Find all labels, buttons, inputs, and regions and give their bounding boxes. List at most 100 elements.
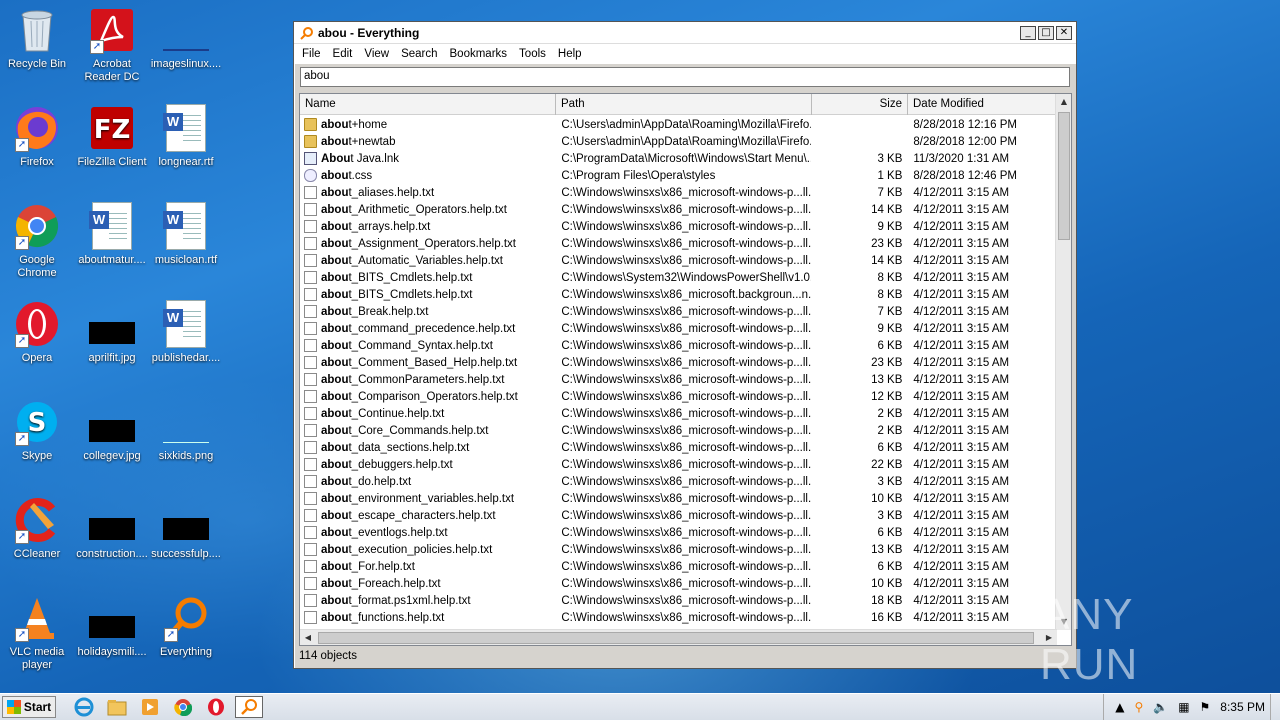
- desktop-icon-longnear[interactable]: W longnear.rtf: [149, 104, 223, 169]
- vertical-scroll-thumb[interactable]: [1058, 112, 1070, 240]
- horizontal-scroll-thumb[interactable]: [318, 632, 1034, 644]
- show-desktop-button[interactable]: [1270, 693, 1280, 720]
- clock[interactable]: 8:35 PM: [1220, 700, 1265, 714]
- table-row[interactable]: abou t_BITS_Cmdlets.help.txt C:\Windows\wi…: [300, 286, 1056, 303]
- desktop-icon-musicloan[interactable]: W musicloan.rtf: [149, 202, 223, 267]
- table-row[interactable]: abou t.css C:\Program Files\Opera\styles 1 …: [300, 167, 1056, 184]
- desktop-icon-firefox[interactable]: ➚ Firefox: [0, 104, 74, 169]
- table-row[interactable]: abou t_Foreach.help.txt C:\Windows\winsxs\…: [300, 575, 1056, 592]
- column-header-date-modified[interactable]: Date Modified: [908, 94, 1063, 115]
- everything-tray-icon[interactable]: ⚲: [1134, 700, 1143, 714]
- table-row[interactable]: abou t_Command_Syntax.help.txt C:\Windows\…: [300, 337, 1056, 354]
- desktop-icon-successfulp[interactable]: successfulp....: [149, 496, 223, 561]
- window-title: abou - Everything: [318, 25, 420, 40]
- table-row[interactable]: abou t_Arithmetic_Operators.help.txt C:\Wi…: [300, 201, 1056, 218]
- table-row[interactable]: abou t_environment_variables.help.txt C:\W…: [300, 490, 1056, 507]
- network-icon[interactable]: ▦: [1178, 700, 1189, 714]
- close-button[interactable]: ✕: [1056, 25, 1072, 40]
- cell-path: C:\Windows\winsxs\x86_microsoft-windows-…: [561, 441, 811, 454]
- desktop-icon-aprilfit[interactable]: aprilfit.jpg: [75, 300, 149, 365]
- windows-logo-icon: [6, 700, 21, 714]
- text-file-icon: [304, 373, 317, 386]
- desktop-icon-opera[interactable]: ➚ Opera: [0, 300, 74, 365]
- desktop-icon-construction[interactable]: construction....: [75, 496, 149, 561]
- folder-icon: [304, 135, 317, 148]
- menu-tools[interactable]: Tools: [513, 48, 552, 60]
- folder-icon: [304, 118, 317, 131]
- table-row[interactable]: abou t_debuggers.help.txt C:\Windows\winsx…: [300, 456, 1056, 473]
- desktop-icon-chrome[interactable]: ➚ Google Chrome: [0, 202, 74, 280]
- table-row[interactable]: Abou t Java.lnk C:\ProgramData\Microsoft\W…: [300, 150, 1056, 167]
- scroll-left-arrow-icon[interactable]: ◀: [300, 630, 316, 645]
- name-match-highlight: abou: [321, 288, 349, 301]
- taskbar-explorer-icon[interactable]: [103, 696, 131, 718]
- flag-icon[interactable]: ⚑: [1200, 700, 1211, 714]
- table-row[interactable]: abou t_command_precedence.help.txt C:\Wind…: [300, 320, 1056, 337]
- table-row[interactable]: abou t_BITS_Cmdlets.help.txt C:\Windows\Sy…: [300, 269, 1056, 286]
- table-row[interactable]: abou t+home C:\Users\admin\AppData\Roaming…: [300, 116, 1056, 133]
- table-row[interactable]: abou t_functions.help.txt C:\Windows\winsx…: [300, 609, 1056, 626]
- menu-help[interactable]: Help: [552, 48, 588, 60]
- desktop-icon-ccleaner[interactable]: ➚ CCleaner: [0, 496, 74, 561]
- table-row[interactable]: abou t_Comparison_Operators.help.txt C:\Wi…: [300, 388, 1056, 405]
- table-row[interactable]: abou t+newtab C:\Users\admin\AppData\Roami…: [300, 133, 1056, 150]
- desktop-icon-holidaysmili[interactable]: holidaysmili....: [75, 594, 149, 659]
- column-header-path[interactable]: Path: [556, 94, 812, 115]
- name-match-highlight: abou: [321, 373, 349, 386]
- table-row[interactable]: abou t_Continue.help.txt C:\Windows\winsxs…: [300, 405, 1056, 422]
- taskbar-everything-icon[interactable]: [235, 696, 263, 718]
- table-row[interactable]: abou t_eventlogs.help.txt C:\Windows\winsx…: [300, 524, 1056, 541]
- table-row[interactable]: abou t_do.help.txt C:\Windows\winsxs\x86_m…: [300, 473, 1056, 490]
- minimize-button[interactable]: _: [1020, 25, 1036, 40]
- volume-icon[interactable]: 🔈: [1153, 700, 1168, 714]
- table-row[interactable]: abou t_Assignment_Operators.help.txt C:\Wi…: [300, 235, 1056, 252]
- maximize-button[interactable]: □: [1038, 25, 1054, 40]
- desktop-icon-skype[interactable]: S ➚ Skype: [0, 398, 74, 463]
- search-input[interactable]: abou: [300, 67, 1070, 87]
- desktop-icon-aboutmatur[interactable]: W aboutmatur....: [75, 202, 149, 267]
- menu-search[interactable]: Search: [395, 48, 443, 60]
- horizontal-scrollbar[interactable]: ◀ ▶: [300, 629, 1057, 645]
- column-header-size[interactable]: Size: [812, 94, 908, 115]
- menu-bookmarks[interactable]: Bookmarks: [444, 48, 514, 60]
- table-row[interactable]: abou t_aliases.help.txt C:\Windows\winsxs\…: [300, 184, 1056, 201]
- start-button[interactable]: Start: [2, 696, 56, 718]
- table-row[interactable]: abou t_arrays.help.txt C:\Windows\winsxs\x…: [300, 218, 1056, 235]
- desktop-icon-sixkids[interactable]: sixkids.png: [149, 398, 223, 463]
- table-row[interactable]: abou t_For.help.txt C:\Windows\winsxs\x86_…: [300, 558, 1056, 575]
- column-header-name[interactable]: Name: [300, 94, 556, 115]
- desktop-icon-imageslinux[interactable]: imageslinux....: [149, 6, 223, 71]
- table-row[interactable]: abou t_Comment_Based_Help.help.txt C:\Wind…: [300, 354, 1056, 371]
- table-row[interactable]: abou t_execution_policies.help.txt C:\Wind…: [300, 541, 1056, 558]
- vertical-scrollbar[interactable]: ▲ ▼: [1055, 94, 1071, 630]
- table-row[interactable]: abou t_Core_Commands.help.txt C:\Windows\w…: [300, 422, 1056, 439]
- title-bar[interactable]: abou - Everything _ □ ✕: [294, 22, 1076, 44]
- taskbar-ie-icon[interactable]: [70, 696, 98, 718]
- taskbar-media-player-icon[interactable]: [136, 696, 164, 718]
- table-row[interactable]: abou t_Automatic_Variables.help.txt C:\Win…: [300, 252, 1056, 269]
- text-file-icon: [304, 203, 317, 216]
- everything-window[interactable]: abou - Everything _ □ ✕ File Edit View S…: [293, 21, 1077, 669]
- desktop-icon-label: FileZilla Client: [77, 156, 147, 168]
- menu-file[interactable]: File: [296, 48, 327, 60]
- shortcut-arrow-icon: ➚: [164, 628, 178, 642]
- menu-view[interactable]: View: [358, 48, 395, 60]
- table-row[interactable]: abou t_data_sections.help.txt C:\Windows\w…: [300, 439, 1056, 456]
- scroll-up-arrow-icon[interactable]: ▲: [1056, 94, 1071, 110]
- desktop-icon-collegev[interactable]: collegev.jpg: [75, 398, 149, 463]
- desktop-icon-recycle-bin[interactable]: Recycle Bin: [0, 6, 74, 71]
- results-list[interactable]: Name Path Size Date Modified abou t+home C…: [299, 93, 1072, 646]
- table-row[interactable]: abou t_Break.help.txt C:\Windows\winsxs\x8…: [300, 303, 1056, 320]
- table-row[interactable]: abou t_format.ps1xml.help.txt C:\Windows\w…: [300, 592, 1056, 609]
- taskbar-opera-icon[interactable]: [202, 696, 230, 718]
- menu-edit[interactable]: Edit: [327, 48, 359, 60]
- show-hidden-icon[interactable]: ▲: [1115, 700, 1124, 714]
- desktop-icon-filezilla[interactable]: FZ FileZilla Client: [75, 104, 149, 169]
- table-row[interactable]: abou t_CommonParameters.help.txt C:\Window…: [300, 371, 1056, 388]
- table-row[interactable]: abou t_escape_characters.help.txt C:\Windo…: [300, 507, 1056, 524]
- desktop-icon-vlc[interactable]: ➚ VLC media player: [0, 594, 74, 672]
- desktop-icon-everything[interactable]: ➚ Everything: [149, 594, 223, 659]
- desktop-icon-acrobat[interactable]: ➚ Acrobat Reader DC: [75, 6, 149, 84]
- taskbar-chrome-icon[interactable]: [169, 696, 197, 718]
- desktop-icon-publishedar[interactable]: W publishedar....: [149, 300, 223, 365]
